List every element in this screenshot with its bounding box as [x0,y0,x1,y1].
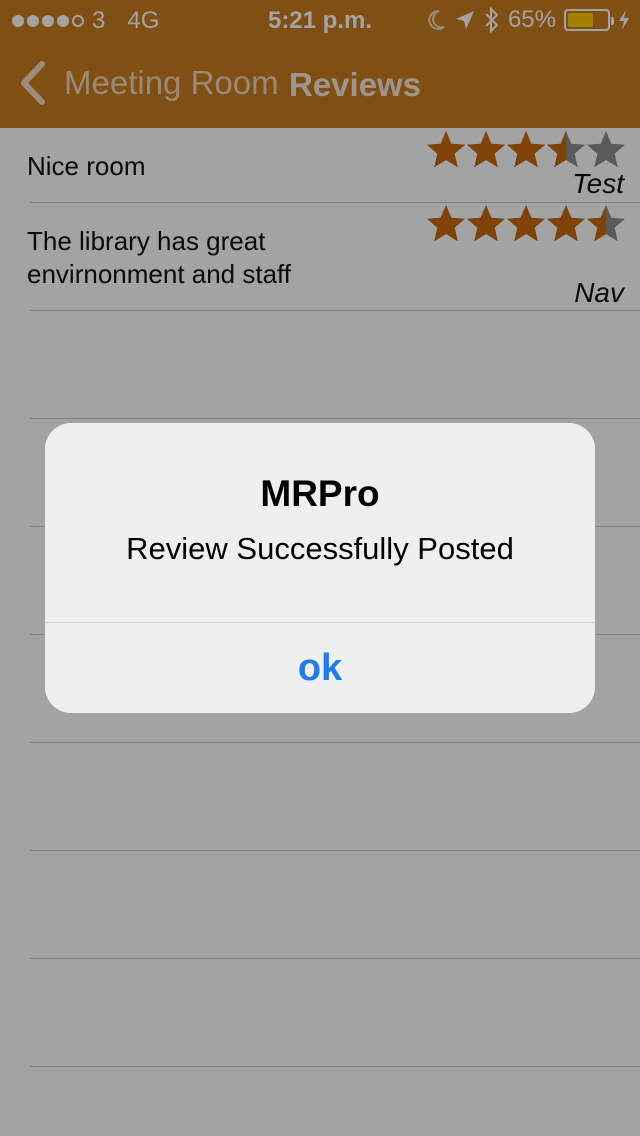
alert-dialog: MRPro Review Successfully Posted ok [45,423,595,713]
alert-message: Review Successfully Posted [126,531,514,566]
app-screen: 3 4G 5:21 p.m. 65% Meeting Room Reviews … [0,0,640,1136]
alert-title: MRPro [260,473,380,514]
ok-button[interactable]: ok [45,623,595,713]
